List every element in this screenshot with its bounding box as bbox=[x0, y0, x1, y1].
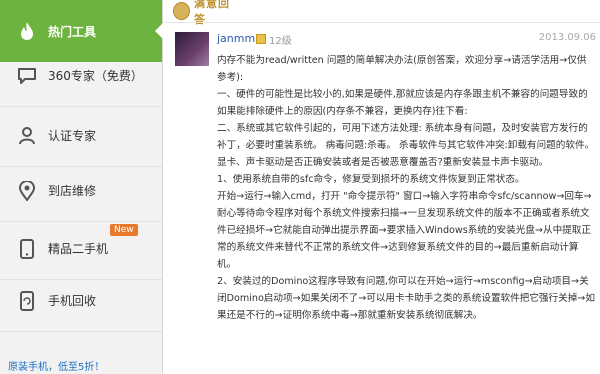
answer-paragraph: 内存不能为read/written 问题的简单解决办法(原创答案，欢迎分享→请活… bbox=[217, 55, 587, 83]
sidebar-item-label: 360专家（免费） bbox=[48, 69, 143, 83]
new-badge: New bbox=[110, 224, 138, 236]
sidebar: 热门工具 360专家（免费） 认证专家 到店维修 精品二手机 New 手机回收 … bbox=[0, 0, 163, 374]
sidebar-item-label: 认证专家 bbox=[48, 129, 97, 143]
avatar[interactable] bbox=[175, 32, 209, 66]
answer-panel: 满意回答 janmm 12级 2013.09.06 内存不能为read/writ… bbox=[163, 0, 600, 374]
sidebar-item-label: 手机回收 bbox=[48, 294, 97, 308]
divider bbox=[163, 22, 600, 23]
user-level: 12级 bbox=[269, 36, 292, 47]
promo-link[interactable]: 原装手机，低至5折！ bbox=[8, 358, 104, 373]
satisfied-answer-badge: 满意回答 bbox=[173, 0, 239, 26]
phone-icon bbox=[16, 238, 38, 260]
user-name[interactable]: janmm bbox=[217, 32, 255, 45]
answer-paragraph: 开始→运行→输入cmd，打开 "命令提示符" 窗口→输入字符串命令sfc/sca… bbox=[217, 191, 592, 270]
sidebar-item-label: 热门工具 bbox=[48, 24, 97, 39]
level-icon bbox=[256, 34, 266, 44]
sidebar-item-label: 精品二手机 bbox=[48, 242, 109, 256]
answer-paragraph: 一、硬件的可能性是比较小的,如果是硬件,那就应该是内存条跟主机不兼容的问题导致的… bbox=[217, 89, 588, 117]
sidebar-item-certified-expert[interactable]: 认证专家 bbox=[0, 105, 162, 167]
location-pin-icon bbox=[16, 180, 38, 202]
sidebar-item-phone-recycle[interactable]: 手机回收 bbox=[0, 270, 162, 332]
sidebar-item-360-expert[interactable]: 360专家（免费） bbox=[0, 45, 162, 107]
answer-paragraph: 1、使用系统自带的sfc命令，修复受到损坏的系统文件恢复到正常状态。 bbox=[217, 174, 525, 185]
flame-icon bbox=[16, 20, 38, 42]
answer-paragraph: 二、系统或其它软件引起的，可用下述方法处理: 系统本身有问题，及时安装官方发行的… bbox=[217, 123, 595, 168]
sidebar-item-label: 到店维修 bbox=[48, 184, 97, 198]
answer-body: 内存不能为read/written 问题的简单解决办法(原创答案，欢迎分享→请活… bbox=[217, 52, 595, 324]
post-date: 2013.09.06 bbox=[538, 32, 596, 43]
phone-recycle-icon bbox=[16, 290, 38, 312]
sidebar-item-store-repair[interactable]: 到店维修 bbox=[0, 160, 162, 222]
medal-icon bbox=[173, 2, 190, 20]
answer-paragraph: 2、安装过的Domino这程序导致有问题,你可以在开始→运行→msconfig→… bbox=[217, 276, 595, 321]
chat-bubble-icon bbox=[16, 65, 38, 87]
person-icon bbox=[16, 125, 38, 147]
